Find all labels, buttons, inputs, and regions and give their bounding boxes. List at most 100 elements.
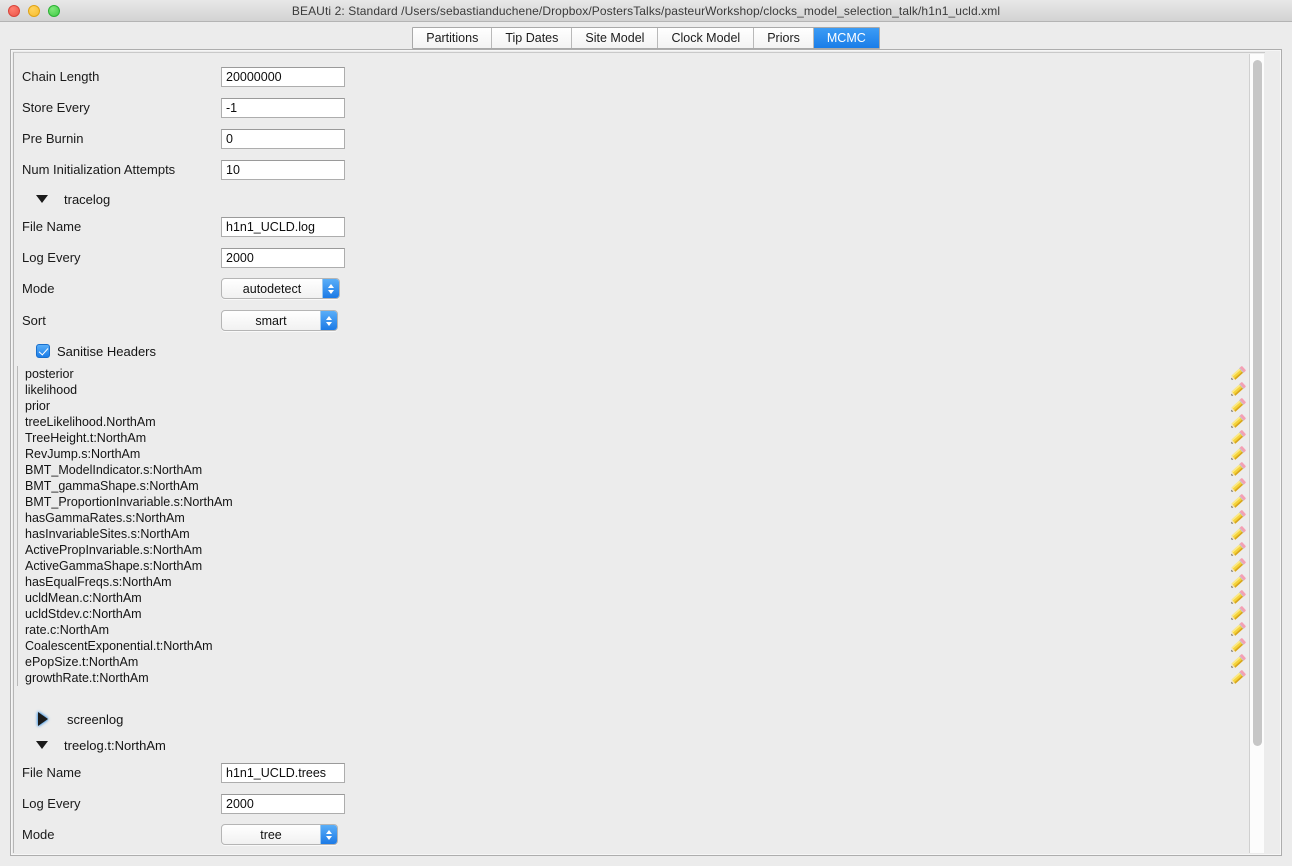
treelog-log-every-label: Log Every	[22, 796, 81, 811]
tracelog-entry-row[interactable]: BMT_ProportionInvariable.s:NorthAm	[25, 494, 1252, 510]
tracelog-sort-value: smart	[255, 313, 287, 328]
num-init-attempts-label: Num Initialization Attempts	[22, 162, 176, 177]
stepper-arrows-icon[interactable]	[320, 311, 337, 330]
tracelog-entry-edit-button[interactable]	[1229, 605, 1248, 622]
row-store-every: Store Every	[14, 92, 1254, 123]
tracelog-entry-row[interactable]: hasEqualFreqs.s:NorthAm	[25, 574, 1252, 590]
tracelog-entry-row[interactable]: ucldMean.c:NorthAm	[25, 590, 1252, 606]
tracelog-entry-row[interactable]: TreeHeight.t:NorthAm	[25, 430, 1252, 446]
tracelog-sort-select[interactable]: smart	[221, 310, 338, 331]
chevron-down-icon[interactable]	[36, 741, 48, 749]
stepper-arrows-icon[interactable]	[320, 825, 337, 844]
tab-group: Partitions Tip Dates Site Model Clock Mo…	[412, 27, 880, 49]
pencil-icon	[1231, 526, 1246, 540]
tracelog-entry-edit-button[interactable]	[1229, 525, 1248, 542]
tracelog-entry-edit-button[interactable]	[1229, 637, 1248, 654]
treelog-mode-select[interactable]: tree	[221, 824, 338, 845]
maximize-button[interactable]	[48, 5, 60, 17]
tracelog-file-name-input[interactable]	[221, 216, 345, 237]
stepper-arrows-icon[interactable]	[322, 279, 339, 298]
tracelog-entry-label: TreeHeight.t:NorthAm	[25, 431, 147, 445]
row-pre-burnin: Pre Burnin	[14, 123, 1254, 154]
tracelog-entry-edit-button[interactable]	[1229, 557, 1248, 574]
pencil-icon	[1231, 478, 1246, 492]
treelog-file-name-label: File Name	[22, 765, 82, 780]
row-num-init-attempts: Num Initialization Attempts	[14, 154, 1254, 185]
tracelog-entry-row[interactable]: hasInvariableSites.s:NorthAm	[25, 526, 1252, 542]
tracelog-entry-label: hasEqualFreqs.s:NorthAm	[25, 575, 172, 589]
tracelog-entry-row[interactable]: ucldStdev.c:NorthAm	[25, 606, 1252, 622]
tab-site-model[interactable]: Site Model	[572, 28, 659, 48]
treelog-log-every-input[interactable]	[221, 793, 345, 814]
tracelog-entry-edit-button[interactable]	[1229, 669, 1248, 686]
tracelog-entry-row[interactable]: ActiveGammaShape.s:NorthAm	[25, 558, 1252, 574]
mcmc-panel: Chain Length Store Every Pre Burnin Num …	[10, 49, 1282, 856]
pre-burnin-input[interactable]	[221, 128, 345, 149]
tracelog-entry-label: rate.c:NorthAm	[25, 623, 110, 637]
sanitise-headers-checkbox[interactable]	[36, 344, 50, 358]
tracelog-entry-row[interactable]: treeLikelihood.NorthAm	[25, 414, 1252, 430]
tab-mcmc[interactable]: MCMC	[813, 28, 879, 48]
tracelog-entry-edit-button[interactable]	[1229, 413, 1248, 430]
tracelog-entry-edit-button[interactable]	[1229, 621, 1248, 638]
chevron-right-icon[interactable]	[38, 712, 48, 726]
pencil-icon	[1231, 398, 1246, 412]
num-init-attempts-input[interactable]	[221, 159, 345, 180]
tracelog-entry-label: ePopSize.t:NorthAm	[25, 655, 139, 669]
tracelog-entry-row[interactable]: rate.c:NorthAm	[25, 622, 1252, 638]
tracelog-entry-row[interactable]: growthRate.t:NorthAm	[25, 670, 1252, 686]
tracelog-entry-edit-button[interactable]	[1229, 509, 1248, 526]
scrollbar-thumb[interactable]	[1253, 60, 1262, 746]
tracelog-entry-edit-button[interactable]	[1229, 397, 1248, 414]
tracelog-entry-row[interactable]: RevJump.s:NorthAm	[25, 446, 1252, 462]
tracelog-entry-edit-button[interactable]	[1229, 445, 1248, 462]
tracelog-entry-label: BMT_gammaShape.s:NorthAm	[25, 479, 199, 493]
tab-partitions[interactable]: Partitions	[413, 28, 493, 48]
tracelog-entry-edit-button[interactable]	[1229, 541, 1248, 558]
pencil-icon	[1231, 446, 1246, 460]
tracelog-entry-edit-button[interactable]	[1229, 429, 1248, 446]
chevron-down-icon[interactable]	[36, 195, 48, 203]
tracelog-entry-row[interactable]: prior	[25, 398, 1252, 414]
tracelog-mode-select[interactable]: autodetect	[221, 278, 340, 299]
tracelog-entry-row[interactable]: BMT_gammaShape.s:NorthAm	[25, 478, 1252, 494]
tracelog-sort-label: Sort	[22, 313, 46, 328]
tracelog-entry-edit-button[interactable]	[1229, 589, 1248, 606]
tab-bar: Partitions Tip Dates Site Model Clock Mo…	[0, 22, 1292, 49]
treelog-mode-value: tree	[260, 827, 282, 842]
tab-priors[interactable]: Priors	[754, 28, 814, 48]
vertical-scrollbar[interactable]	[1249, 54, 1264, 853]
store-every-input[interactable]	[221, 97, 345, 118]
tracelog-entry-edit-button[interactable]	[1229, 653, 1248, 670]
tracelog-entry-row[interactable]: hasGammaRates.s:NorthAm	[25, 510, 1252, 526]
tracelog-entry-label: likelihood	[25, 383, 78, 397]
tracelog-log-every-input[interactable]	[221, 247, 345, 268]
tracelog-mode-label: Mode	[22, 281, 55, 296]
close-button[interactable]	[8, 5, 20, 17]
tracelog-entry-edit-button[interactable]	[1229, 493, 1248, 510]
tracelog-entry-edit-button[interactable]	[1229, 573, 1248, 590]
pencil-icon	[1231, 430, 1246, 444]
screenlog-section-label: screenlog	[67, 711, 124, 727]
tracelog-entry-row[interactable]: ActivePropInvariable.s:NorthAm	[25, 542, 1252, 558]
minimize-button[interactable]	[28, 5, 40, 17]
tab-clock-model[interactable]: Clock Model	[658, 28, 755, 48]
pencil-icon	[1231, 606, 1246, 620]
tracelog-entry-edit-button[interactable]	[1229, 461, 1248, 478]
store-every-label: Store Every	[22, 100, 90, 115]
pencil-icon	[1231, 670, 1246, 684]
tracelog-entry-edit-button[interactable]	[1229, 381, 1248, 398]
tracelog-entry-row[interactable]: ePopSize.t:NorthAm	[25, 654, 1252, 670]
chain-length-input[interactable]	[221, 66, 345, 87]
tracelog-entry-row[interactable]: posterior	[25, 366, 1252, 382]
tab-tip-dates[interactable]: Tip Dates	[492, 28, 573, 48]
tracelog-entry-label: posterior	[25, 367, 74, 381]
tracelog-entry-row[interactable]: likelihood	[25, 382, 1252, 398]
treelog-file-name-input[interactable]	[221, 762, 345, 783]
tracelog-entry-edit-button[interactable]	[1229, 365, 1248, 382]
tracelog-entry-label: ucldStdev.c:NorthAm	[25, 607, 142, 621]
tracelog-entry-row[interactable]: CoalescentExponential.t:NorthAm	[25, 638, 1252, 654]
tracelog-entry-row[interactable]: BMT_ModelIndicator.s:NorthAm	[25, 462, 1252, 478]
tracelog-entry-edit-button[interactable]	[1229, 477, 1248, 494]
tracelog-entry-label: BMT_ModelIndicator.s:NorthAm	[25, 463, 203, 477]
